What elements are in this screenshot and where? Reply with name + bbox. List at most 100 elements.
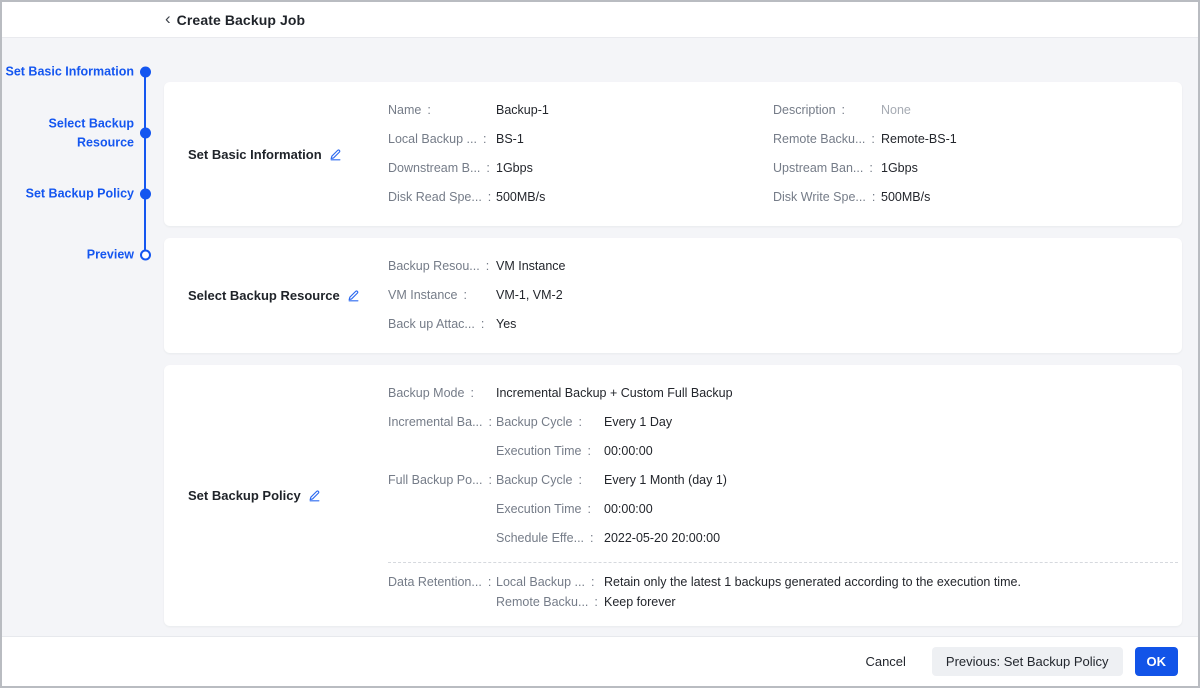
field-value: Every 1 Month (day 1) [604,466,727,495]
field-row: Disk Write Spe...:500MB/s [773,183,1158,212]
edit-backup-policy-button[interactable] [308,489,321,502]
field-label: Description: [773,96,881,125]
field-label: Execution Time: [496,495,604,524]
field-label: Disk Read Spe...: [388,183,496,212]
field-value: Backup-1 [496,96,549,125]
field-value: Yes [496,310,516,339]
field-row: Description:None [773,96,1158,125]
field-column: Name:Backup-1Local Backup ...:BS-1Downst… [388,96,773,212]
previous-step-button[interactable]: Previous: Set Backup Policy [932,647,1123,676]
field-row: Remote Backu...:Keep forever [496,592,1158,612]
field-label: Disk Write Spe...: [773,183,881,212]
stepper-line [144,72,146,255]
colon-separator: : [486,154,489,183]
colon-separator: : [578,408,581,437]
colon-separator: : [842,96,845,125]
field-label: Backup Cycle: [496,466,604,495]
field-rows: Backup Mode:Incremental Backup + Custom … [388,379,1158,612]
nested-fields: Local Backup ...:Retain only the latest … [496,572,1158,612]
section-title: Select Backup Resource [188,252,388,339]
colon-separator: : [488,572,491,592]
field-label: Data Retention...: [388,572,496,592]
card-select-backup-resource: Select Backup Resource Backup Resou...:V… [164,238,1182,353]
edit-backup-resource-button[interactable] [347,289,360,302]
section-title-text: Select Backup Resource [188,281,340,310]
field-value: Incremental Backup + Custom Full Backup [496,379,733,408]
field-row: Backup Resou...:VM Instance [388,252,1158,281]
back-button[interactable]: ‹ [165,10,177,29]
field-label: Backup Cycle: [496,408,604,437]
wizard-footer: Cancel Previous: Set Backup Policy OK [2,636,1198,686]
colon-separator: : [488,183,491,212]
field-value: 2022-05-20 20:00:00 [604,524,720,553]
field-value: VM Instance [496,252,565,281]
colon-separator: : [590,524,593,553]
field-value: 500MB/s [881,183,930,212]
field-value: 00:00:00 [604,495,653,524]
ok-button[interactable]: OK [1135,647,1179,676]
field-label: Local Backup ...: [496,572,604,592]
field-row: Full Backup Po...:Backup Cycle:Every 1 M… [388,466,1158,553]
field-label: Full Backup Po...: [388,466,496,495]
field-value: None [881,96,911,125]
field-label: Backup Resou...: [388,252,496,281]
field-label: Execution Time: [496,437,604,466]
colon-separator: : [489,408,492,437]
step-dot-set-basic-information [140,67,151,78]
stepper-step-set-basic-information[interactable]: Set Basic Information [6,63,135,82]
colon-separator: : [470,379,473,408]
pencil-icon [329,148,342,161]
field-label: Name: [388,96,496,125]
colon-separator: : [463,281,466,310]
field-row: Incremental Ba...:Backup Cycle:Every 1 D… [388,408,1158,466]
stepper-step-set-backup-policy[interactable]: Set Backup Policy [26,185,134,204]
field-value: 1Gbps [496,154,533,183]
wizard-stepper: Set Basic Information Select Backup Resou… [2,38,164,636]
field-value: 500MB/s [496,183,545,212]
edit-basic-information-button[interactable] [329,148,342,161]
field-label: Local Backup ...: [388,125,496,154]
step-dot-set-backup-policy [140,189,151,200]
field-row: Backup Cycle:Every 1 Month (day 1) [496,466,1158,495]
pencil-icon [308,489,321,502]
page-header: ‹ Create Backup Job [2,2,1198,38]
field-row: Backup Cycle:Every 1 Day [496,408,1158,437]
field-row: Name:Backup-1 [388,96,773,125]
step-dot-select-backup-resource [140,128,151,139]
field-row: VM Instance:VM-1, VM-2 [388,281,1158,310]
dashed-divider [388,562,1178,563]
field-label: Schedule Effe...: [496,524,604,553]
colon-separator: : [871,125,874,154]
field-row: Disk Read Spe...:500MB/s [388,183,773,212]
colon-separator: : [489,466,492,495]
colon-separator: : [594,592,597,612]
field-label: Downstream B...: [388,154,496,183]
field-rows: Backup Resou...:VM InstanceVM Instance:V… [388,252,1158,339]
colon-separator: : [486,252,489,281]
field-label: Back up Attac...: [388,310,496,339]
colon-separator: : [587,437,590,466]
colon-separator: : [427,96,430,125]
create-backup-job-page: ‹ Create Backup Job Set Basic Informatio… [0,0,1200,688]
step-dot-preview [140,250,151,261]
field-value: 00:00:00 [604,437,653,466]
field-label: Backup Mode: [388,379,496,408]
pencil-icon [347,289,360,302]
wizard-body: Set Basic Information Select Backup Resou… [2,38,1198,636]
cancel-button[interactable]: Cancel [863,647,907,676]
field-label: Remote Backu...: [496,592,604,612]
field-value: 1Gbps [881,154,918,183]
field-value: Remote-BS-1 [881,125,957,154]
nested-fields: Backup Cycle:Every 1 Month (day 1)Execut… [496,466,1158,553]
section-title-text: Set Backup Policy [188,481,301,510]
stepper-step-preview[interactable]: Preview [87,246,134,265]
field-row: Downstream B...:1Gbps [388,154,773,183]
preview-content: Set Basic Information Name:Backup-1Local… [164,38,1198,636]
field-row: Local Backup ...:BS-1 [388,125,773,154]
stepper-step-select-backup-resource[interactable]: Select Backup Resource [2,114,134,152]
field-label: Incremental Ba...: [388,408,496,437]
field-row: Backup Mode:Incremental Backup + Custom … [388,379,1158,408]
field-row: Execution Time:00:00:00 [496,437,1158,466]
field-value: VM-1, VM-2 [496,281,563,310]
field-row: Local Backup ...:Retain only the latest … [496,572,1158,592]
